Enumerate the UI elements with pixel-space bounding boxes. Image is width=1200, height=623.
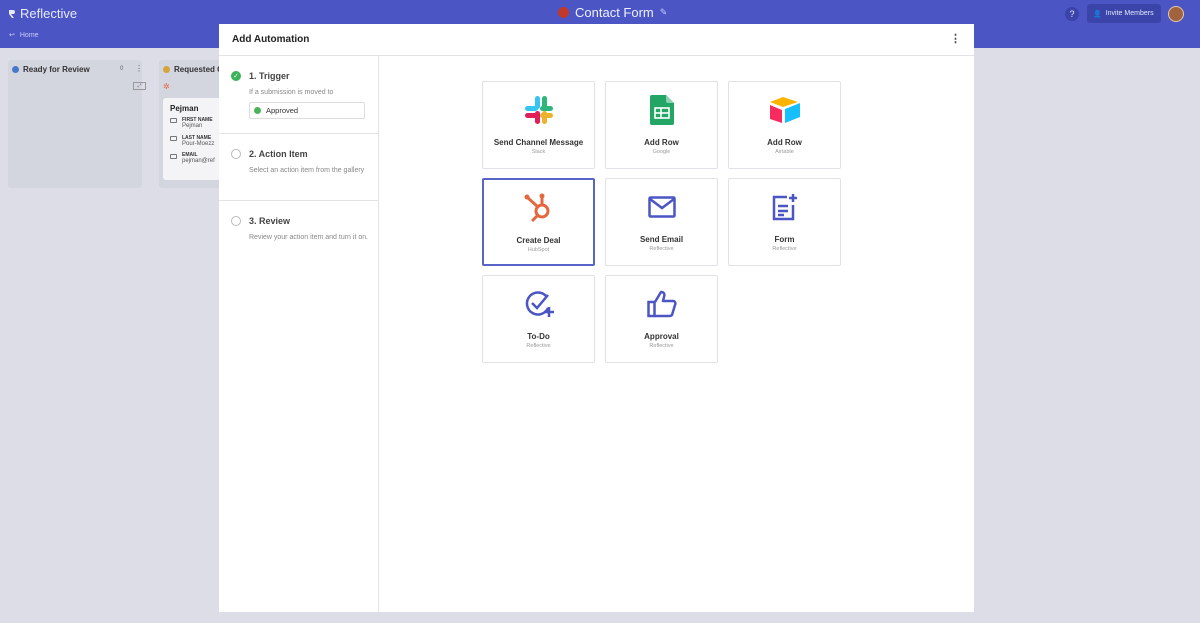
action-gallery: Send Channel Message Slack Add Row Googl… [482,81,842,364]
check-circle-icon: ✓ [231,71,241,81]
card-field: EMAIL pejman@ref [182,152,215,164]
page-title[interactable]: Contact Form [575,5,654,20]
brand-name: Reflective [20,6,78,21]
modal-title: Add Automation [232,34,310,45]
column-title: Ready for Review [23,65,90,74]
empty-circle-icon [231,216,241,226]
form-emoji-icon [558,7,569,18]
field-value: Pour-Moezz [182,141,215,147]
step-description: Review your action item and turn it on. [249,234,369,241]
tile-label: Add Row [767,138,802,147]
tile-todo[interactable]: To-Do Reflective [482,275,595,363]
step-title: 3. Review [249,216,291,226]
invite-members-label: Invite Members [1105,10,1154,17]
tile-provider: Reflective [649,246,674,252]
column-header: Requested C [163,65,223,74]
hubspot-badge-icon: ✲ [163,82,170,91]
tile-approval[interactable]: Approval Reflective [605,275,718,363]
tile-label: Create Deal [516,236,561,245]
status-label: Approved [266,106,299,115]
tile-label: Approval [644,332,679,341]
tile-form[interactable]: Form Reflective [728,178,841,266]
google-sheets-icon [606,94,717,126]
tile-label: Send Channel Message [493,138,584,147]
tile-google-add-row[interactable]: Add Row Google [605,81,718,169]
add-automation-modal: Add Automation ⋮ ✓ 1. Trigger If a submi… [219,24,974,612]
tile-label: Send Email [639,235,684,244]
back-arrow-icon: ↩ [9,32,15,39]
step-description: Select an action item from the gallery [249,167,365,174]
more-options-icon[interactable]: ⋮ [950,32,961,45]
user-add-icon: 👤 [1093,10,1102,18]
home-label: Home [19,31,39,39]
step-action-item[interactable]: 2. Action Item Select an action item fro… [219,134,378,201]
step-title: 2. Action Item [249,149,308,159]
tile-hubspot-create-deal[interactable]: Create Deal HubSpot [482,178,595,266]
step-review[interactable]: 3. Review Review your action item and tu… [219,201,378,261]
modal-header: Add Automation ⋮ [219,24,974,56]
tile-provider: Google [652,149,671,155]
tile-label: Form [774,235,795,244]
step-trigger[interactable]: ✓ 1. Trigger If a submission is moved to… [219,56,378,134]
slack-icon [483,94,594,126]
tile-provider: Reflective [526,343,551,349]
board-column-ready: Ready for Review 0 ⋮ ⤢ [8,60,146,188]
trigger-status-select[interactable]: Approved [249,102,365,119]
steps-panel: ✓ 1. Trigger If a submission is moved to… [219,56,379,612]
tile-airtable-add-row[interactable]: Add Row Airtable [728,81,841,169]
step-description: If a submission is moved to [249,89,334,96]
tile-provider: Reflective [772,246,797,252]
tile-slack-send-channel-message[interactable]: Send Channel Message Slack [482,81,595,169]
email-field-icon [170,154,177,159]
column-status-dot [163,66,170,73]
status-dot [254,107,261,114]
column-title: Requested C [174,65,223,74]
collapse-icon[interactable]: ⤢ [133,82,146,90]
tile-label: To-Do [527,332,550,341]
edit-pencil-icon[interactable]: ✎ [660,7,668,18]
brand-logo[interactable]: Reflective [8,6,77,21]
reflective-logo-icon [9,10,15,18]
tile-provider: Airtable [775,149,794,155]
tile-provider: Reflective [649,343,674,349]
column-header: Ready for Review [12,65,90,74]
mail-icon [606,191,717,223]
card-name: Pejman [170,104,199,113]
tile-provider: HubSpot [527,247,550,253]
form-icon [729,191,840,223]
text-field-icon [170,136,177,141]
card-field: LAST NAME Pour-Moezz [182,135,214,147]
field-value: pejman@ref [182,158,215,164]
card-field: FIRST NAME Pejman [182,117,213,129]
tile-send-email[interactable]: Send Email Reflective [605,178,718,266]
todo-check-icon [483,288,594,320]
field-value: Pejman [182,123,203,129]
avatar[interactable] [1168,6,1184,22]
thumbs-up-icon [606,288,717,320]
hubspot-icon [484,192,593,224]
help-button[interactable]: ? [1065,7,1079,21]
airtable-icon [729,94,840,126]
column-status-dot [12,66,19,73]
step-title: 1. Trigger [249,71,290,81]
invite-members-button[interactable]: 👤 Invite Members [1087,4,1161,23]
text-field-icon [170,118,177,123]
tile-provider: Slack [531,149,546,155]
column-count: 0 [120,66,124,72]
column-menu-icon[interactable]: ⋮ [135,64,143,73]
page-title-group: Contact Form ✎ [558,5,667,20]
empty-circle-icon [231,149,241,159]
home-link[interactable]: ↩ Home [9,31,39,40]
tile-label: Add Row [644,138,679,147]
